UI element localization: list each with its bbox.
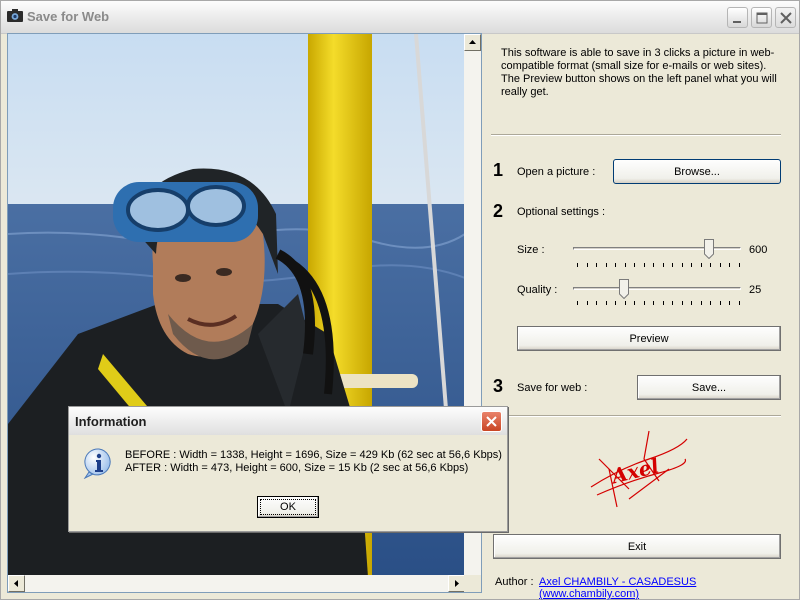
slider-tick xyxy=(682,263,683,267)
slider-tick xyxy=(729,301,730,305)
close-icon xyxy=(486,416,497,427)
info-icon xyxy=(83,448,111,479)
slider-tick xyxy=(596,301,597,305)
arrow-up-icon xyxy=(469,40,476,44)
size-slider[interactable] xyxy=(573,247,741,250)
slider-tick xyxy=(672,301,673,305)
maximize-button[interactable] xyxy=(751,7,772,28)
slider-tick xyxy=(739,301,740,305)
separator xyxy=(491,415,781,417)
slider-tick xyxy=(720,301,721,305)
preview-button[interactable]: Preview xyxy=(517,326,781,351)
svg-text:Axel: Axel xyxy=(607,453,661,488)
axel-logo: Axel xyxy=(590,430,688,508)
quality-slider-thumb[interactable] xyxy=(618,279,629,299)
description-text: This software is able to save in 3 click… xyxy=(501,47,777,98)
slider-tick xyxy=(644,263,645,267)
quality-slider-ticks xyxy=(577,301,740,305)
slider-tick xyxy=(710,301,711,305)
scroll-up-button[interactable] xyxy=(464,34,481,51)
save-button[interactable]: Save... xyxy=(637,375,781,400)
minimize-button[interactable] xyxy=(727,7,748,28)
scroll-corner xyxy=(464,575,481,592)
minimize-icon xyxy=(733,21,741,23)
arrow-left-icon xyxy=(14,580,18,587)
slider-tick xyxy=(634,301,635,305)
slider-tick xyxy=(615,301,616,305)
slider-tick xyxy=(577,263,578,267)
separator xyxy=(491,134,781,136)
close-icon xyxy=(780,12,792,24)
author-label: Author : xyxy=(495,576,534,588)
quality-slider[interactable] xyxy=(573,287,741,290)
slider-tick xyxy=(596,263,597,267)
slider-tick xyxy=(663,263,664,267)
ok-button[interactable]: OK xyxy=(257,496,319,518)
slider-tick xyxy=(644,301,645,305)
slider-tick xyxy=(577,301,578,305)
before-info-text: BEFORE : Width = 1338, Height = 1696, Si… xyxy=(125,449,502,461)
scroll-right-button[interactable] xyxy=(448,575,465,592)
slider-tick xyxy=(606,301,607,305)
title-bar[interactable]: Save for Web xyxy=(1,1,799,34)
information-dialog: Information BEFORE : Width = 1338, Heigh… xyxy=(68,406,508,532)
slider-tick xyxy=(701,263,702,267)
quality-value: 25 xyxy=(749,284,762,296)
size-value: 600 xyxy=(749,244,768,256)
window-title: Save for Web xyxy=(27,9,110,24)
slider-tick xyxy=(634,263,635,267)
step-2-number: 2 xyxy=(493,201,504,221)
browse-button[interactable]: Browse... xyxy=(613,159,781,184)
slider-tick xyxy=(587,263,588,267)
quality-label: Quality : xyxy=(517,284,558,296)
step-3-number: 3 xyxy=(493,376,504,396)
save-for-web-label: Save for web : xyxy=(517,382,588,394)
slider-tick xyxy=(625,301,626,305)
author-link[interactable]: Axel CHAMBILY - CASADESUS (www.chambily.… xyxy=(539,576,799,600)
camera-icon xyxy=(7,9,23,22)
slider-tick xyxy=(710,263,711,267)
exit-button[interactable]: Exit xyxy=(493,534,781,559)
slider-tick xyxy=(625,263,626,267)
slider-tick xyxy=(663,301,664,305)
scroll-left-button[interactable] xyxy=(8,575,25,592)
slider-tick xyxy=(682,301,683,305)
slider-tick xyxy=(672,263,673,267)
dialog-title-bar[interactable]: Information xyxy=(69,407,507,435)
slider-tick xyxy=(653,301,654,305)
horizontal-scrollbar[interactable] xyxy=(8,575,465,592)
slider-tick xyxy=(615,263,616,267)
slider-tick xyxy=(691,263,692,267)
size-slider-ticks xyxy=(577,263,740,267)
slider-tick xyxy=(653,263,654,267)
optional-settings-label: Optional settings : xyxy=(517,206,606,218)
slider-tick xyxy=(729,263,730,267)
arrow-right-icon xyxy=(455,580,459,587)
step-1-number: 1 xyxy=(493,160,504,180)
slider-tick xyxy=(720,263,721,267)
dialog-title: Information xyxy=(75,414,147,429)
size-label: Size : xyxy=(517,244,545,256)
close-button[interactable] xyxy=(775,7,796,28)
maximize-icon xyxy=(756,12,768,24)
open-picture-label: Open a picture : xyxy=(517,166,596,178)
slider-tick xyxy=(587,301,588,305)
after-info-text: AFTER : Width = 473, Height = 600, Size … xyxy=(125,462,469,474)
slider-tick xyxy=(739,263,740,267)
slider-tick xyxy=(606,263,607,267)
dialog-close-button[interactable] xyxy=(481,411,502,432)
slider-tick xyxy=(701,301,702,305)
slider-tick xyxy=(691,301,692,305)
size-slider-thumb[interactable] xyxy=(704,239,715,259)
